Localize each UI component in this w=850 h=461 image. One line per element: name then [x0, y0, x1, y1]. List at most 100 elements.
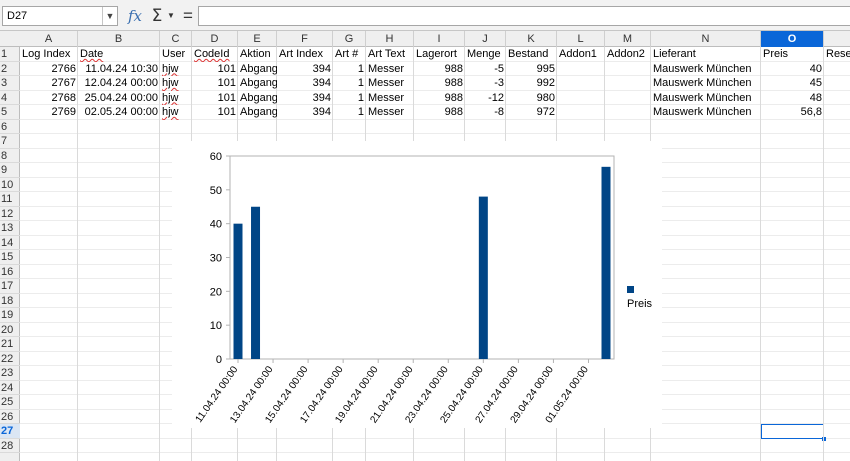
- row-header-23[interactable]: 23: [0, 366, 20, 381]
- column-header-d[interactable]: D: [192, 31, 238, 47]
- table-cell[interactable]: 40: [761, 62, 824, 77]
- column-header-n[interactable]: N: [651, 31, 761, 47]
- column-header-o[interactable]: O: [761, 31, 824, 47]
- table-cell[interactable]: 1: [333, 105, 366, 120]
- table-cell[interactable]: 1: [333, 91, 366, 106]
- table-cell[interactable]: 1: [333, 76, 366, 91]
- table-cell[interactable]: [824, 76, 850, 91]
- table-cell[interactable]: [557, 62, 605, 77]
- table-cell[interactable]: 101: [192, 62, 238, 77]
- header-cell[interactable]: Lieferant: [651, 47, 771, 62]
- row-header-10[interactable]: 10: [0, 178, 20, 192]
- table-cell[interactable]: Messer: [366, 62, 414, 77]
- row-header-11[interactable]: 11: [0, 192, 20, 207]
- column-header-p[interactable]: P: [824, 31, 850, 47]
- table-cell[interactable]: 394: [277, 76, 333, 91]
- row-header-15[interactable]: 15: [0, 250, 20, 265]
- header-cell[interactable]: Log Index: [20, 47, 78, 62]
- header-cell[interactable]: Bestand: [506, 47, 557, 62]
- table-cell[interactable]: -12: [465, 91, 506, 106]
- table-cell[interactable]: Abgang: [238, 76, 277, 91]
- row-header-9[interactable]: 9: [0, 163, 20, 178]
- table-cell[interactable]: [605, 62, 651, 77]
- chevron-down-icon[interactable]: ▼: [102, 7, 117, 25]
- table-cell[interactable]: Abgang: [238, 62, 277, 77]
- header-cell[interactable]: Aktion: [238, 47, 277, 62]
- table-cell[interactable]: -5: [465, 62, 506, 77]
- cell-cursor[interactable]: [761, 423, 826, 441]
- table-cell[interactable]: 2768: [20, 91, 78, 106]
- row-header-5[interactable]: 5: [0, 105, 20, 120]
- table-cell[interactable]: 101: [192, 105, 238, 120]
- header-cell[interactable]: Art Text: [366, 47, 414, 62]
- header-cell[interactable]: Lagerort: [414, 47, 465, 62]
- header-cell[interactable]: Menge: [465, 47, 506, 62]
- table-cell[interactable]: 12.04.24 00:00: [78, 76, 160, 91]
- column-header-j[interactable]: J: [465, 31, 506, 47]
- table-cell[interactable]: 394: [277, 62, 333, 77]
- table-cell[interactable]: Abgang: [238, 91, 277, 106]
- row-header-17[interactable]: 17: [0, 279, 20, 294]
- chart[interactable]: 0 10 20 30 40 50 60 11.04.24 00:00 13.04.24 00:0…: [172, 141, 662, 428]
- table-cell[interactable]: 25.04.24 00:00: [78, 91, 160, 106]
- table-cell[interactable]: [824, 62, 850, 77]
- row-header-4[interactable]: 4: [0, 91, 20, 105]
- row-header-16[interactable]: 16: [0, 265, 20, 279]
- header-cell[interactable]: CodeId: [192, 47, 238, 62]
- row-header-22[interactable]: 22: [0, 352, 20, 366]
- row-header-26[interactable]: 26: [0, 410, 20, 424]
- table-cell[interactable]: 980: [506, 91, 557, 106]
- row-header-1[interactable]: 1: [0, 47, 20, 62]
- row-header-14[interactable]: 14: [0, 236, 20, 250]
- table-cell[interactable]: 101: [192, 91, 238, 106]
- name-box[interactable]: D27 ▼: [2, 6, 118, 26]
- table-cell[interactable]: -3: [465, 76, 506, 91]
- table-cell[interactable]: 988: [414, 76, 465, 91]
- row-header-6[interactable]: 6: [0, 120, 20, 134]
- table-cell[interactable]: Mauswerk München: [651, 105, 771, 120]
- table-cell[interactable]: 2767: [20, 76, 78, 91]
- table-cell[interactable]: [557, 76, 605, 91]
- row-header-7[interactable]: 7: [0, 134, 20, 149]
- table-cell[interactable]: Messer: [366, 91, 414, 106]
- formula-input[interactable]: [198, 6, 850, 26]
- row-header-24[interactable]: 24: [0, 381, 20, 395]
- row-header-13[interactable]: 13: [0, 221, 20, 236]
- table-cell[interactable]: 394: [277, 91, 333, 106]
- table-cell[interactable]: [824, 91, 850, 106]
- table-cell[interactable]: [605, 105, 651, 120]
- table-cell[interactable]: 988: [414, 105, 465, 120]
- header-cell[interactable]: Preis: [761, 47, 824, 62]
- header-cell[interactable]: Addon1: [557, 47, 605, 62]
- table-cell[interactable]: Mauswerk München: [651, 91, 771, 106]
- table-cell[interactable]: [557, 91, 605, 106]
- row-header-2[interactable]: 2: [0, 62, 20, 76]
- table-cell[interactable]: [605, 91, 651, 106]
- column-header-e[interactable]: E: [238, 31, 277, 47]
- table-cell[interactable]: 972: [506, 105, 557, 120]
- table-cell[interactable]: [605, 76, 651, 91]
- row-header-25[interactable]: 25: [0, 395, 20, 410]
- header-cell[interactable]: Addon2: [605, 47, 651, 62]
- table-cell[interactable]: 992: [506, 76, 557, 91]
- table-cell[interactable]: hjw: [160, 62, 192, 77]
- table-cell[interactable]: hjw: [160, 91, 192, 106]
- table-cell[interactable]: 1: [333, 62, 366, 77]
- table-cell[interactable]: Mauswerk München: [651, 76, 771, 91]
- column-header-b[interactable]: B: [78, 31, 160, 47]
- table-cell[interactable]: 394: [277, 105, 333, 120]
- header-cell[interactable]: Art #: [333, 47, 366, 62]
- row-header-21[interactable]: 21: [0, 337, 20, 352]
- function-wizard-icon[interactable]: fx: [125, 6, 145, 26]
- table-cell[interactable]: 45: [761, 76, 824, 91]
- column-header-i[interactable]: I: [414, 31, 465, 47]
- table-cell[interactable]: 48: [761, 91, 824, 106]
- table-cell[interactable]: 988: [414, 91, 465, 106]
- table-cell[interactable]: Mauswerk München: [651, 62, 771, 77]
- table-cell[interactable]: hjw: [160, 76, 192, 91]
- row-header-3[interactable]: 3: [0, 76, 20, 91]
- header-cell[interactable]: Art Index: [277, 47, 333, 62]
- row-header-12[interactable]: 12: [0, 207, 20, 221]
- table-cell[interactable]: 11.04.24 10:30: [78, 62, 160, 77]
- column-header-k[interactable]: K: [506, 31, 557, 47]
